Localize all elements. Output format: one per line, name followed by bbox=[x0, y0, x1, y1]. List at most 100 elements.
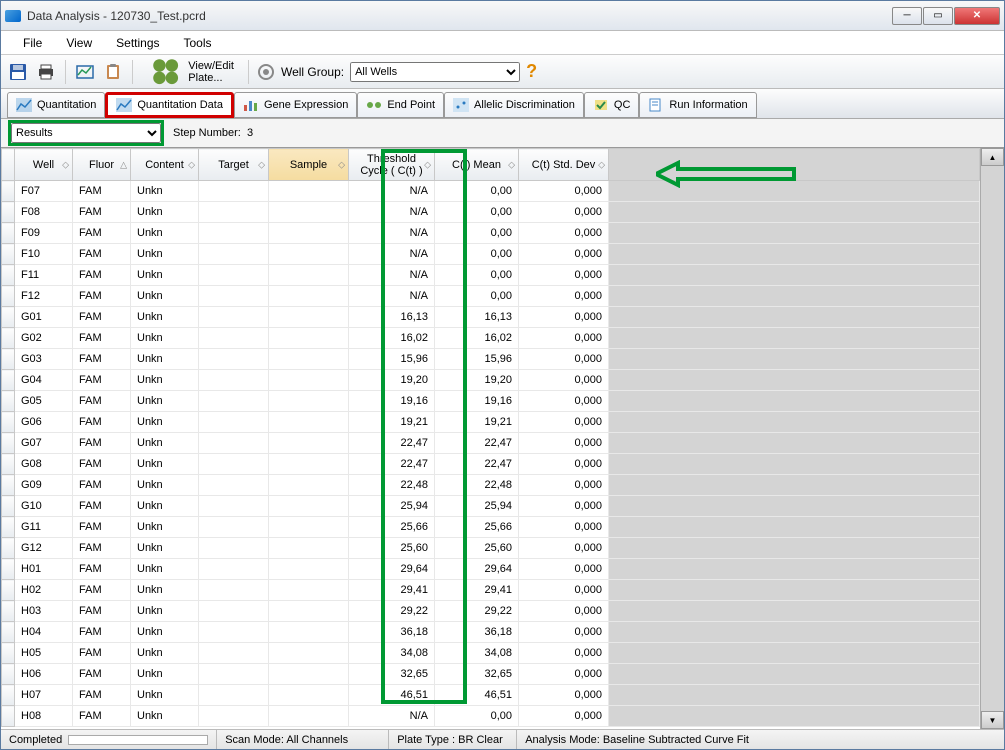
table-row[interactable]: G04FAMUnkn19,2019,200,000 bbox=[2, 370, 980, 391]
table-row[interactable]: F08FAMUnknN/A0,000,000 bbox=[2, 202, 980, 223]
cell-mean: 34,08 bbox=[435, 643, 519, 664]
row-handle[interactable] bbox=[2, 517, 15, 538]
cell-mean: 29,22 bbox=[435, 601, 519, 622]
tab-row: Quantitation Quantitation Data Gene Expr… bbox=[1, 89, 1004, 119]
menu-tools[interactable]: Tools bbox=[172, 34, 224, 52]
row-handle[interactable] bbox=[2, 307, 15, 328]
tab-quantitation-data[interactable]: Quantitation Data bbox=[105, 92, 234, 118]
save-icon[interactable] bbox=[7, 61, 29, 83]
col-ct-stddev[interactable]: C(t) Std. Dev◇ bbox=[519, 149, 609, 181]
row-handle[interactable] bbox=[2, 328, 15, 349]
table-row[interactable]: G07FAMUnkn22,4722,470,000 bbox=[2, 433, 980, 454]
row-handle[interactable] bbox=[2, 286, 15, 307]
row-handle[interactable] bbox=[2, 181, 15, 202]
menu-view[interactable]: View bbox=[54, 34, 104, 52]
row-handle[interactable] bbox=[2, 580, 15, 601]
row-handle[interactable] bbox=[2, 559, 15, 580]
data-grid[interactable]: Well◇ Fluor△ Content◇ Target◇ Sample◇ Th… bbox=[1, 148, 980, 729]
table-row[interactable]: H07FAMUnkn46,5146,510,000 bbox=[2, 685, 980, 706]
col-target[interactable]: Target◇ bbox=[199, 149, 269, 181]
row-handle[interactable] bbox=[2, 496, 15, 517]
scroll-down-button[interactable]: ▼ bbox=[981, 711, 1004, 729]
table-row[interactable]: F10FAMUnknN/A0,000,000 bbox=[2, 244, 980, 265]
tab-qc[interactable]: QC bbox=[584, 92, 640, 118]
col-well[interactable]: Well◇ bbox=[15, 149, 73, 181]
cell-fluor: FAM bbox=[73, 664, 131, 685]
close-button[interactable]: ✕ bbox=[954, 7, 1000, 25]
cell-content: Unkn bbox=[131, 685, 199, 706]
row-handle[interactable] bbox=[2, 244, 15, 265]
table-row[interactable]: G02FAMUnkn16,0216,020,000 bbox=[2, 328, 980, 349]
table-row[interactable]: G11FAMUnkn25,6625,660,000 bbox=[2, 517, 980, 538]
row-handle[interactable] bbox=[2, 706, 15, 727]
cell-mean: 0,00 bbox=[435, 706, 519, 727]
table-row[interactable]: F07FAMUnknN/A0,000,000 bbox=[2, 181, 980, 202]
tab-end-point[interactable]: End Point bbox=[357, 92, 444, 118]
row-handle[interactable] bbox=[2, 223, 15, 244]
table-row[interactable]: F12FAMUnknN/A0,000,000 bbox=[2, 286, 980, 307]
table-row[interactable]: H03FAMUnkn29,2229,220,000 bbox=[2, 601, 980, 622]
table-row[interactable]: F11FAMUnknN/A0,000,000 bbox=[2, 265, 980, 286]
row-handle[interactable] bbox=[2, 538, 15, 559]
well-group-select[interactable]: All Wells bbox=[350, 62, 520, 82]
table-row[interactable]: G06FAMUnkn19,2119,210,000 bbox=[2, 412, 980, 433]
menu-file[interactable]: File bbox=[11, 34, 54, 52]
menu-settings[interactable]: Settings bbox=[104, 34, 171, 52]
maximize-button[interactable]: ▭ bbox=[923, 7, 953, 25]
col-sample[interactable]: Sample◇ bbox=[269, 149, 349, 181]
table-row[interactable]: G08FAMUnkn22,4722,470,000 bbox=[2, 454, 980, 475]
table-row[interactable]: G01FAMUnkn16,1316,130,000 bbox=[2, 307, 980, 328]
tab-allelic-discrimination[interactable]: Allelic Discrimination bbox=[444, 92, 584, 118]
table-row[interactable]: H04FAMUnkn36,1836,180,000 bbox=[2, 622, 980, 643]
row-handle[interactable] bbox=[2, 391, 15, 412]
row-handle[interactable] bbox=[2, 349, 15, 370]
table-row[interactable]: G03FAMUnkn15,9615,960,000 bbox=[2, 349, 980, 370]
row-handle[interactable] bbox=[2, 601, 15, 622]
print-icon[interactable] bbox=[35, 61, 57, 83]
cell-sample bbox=[269, 601, 349, 622]
cell-sample bbox=[269, 391, 349, 412]
row-handle[interactable] bbox=[2, 685, 15, 706]
col-content[interactable]: Content◇ bbox=[131, 149, 199, 181]
table-row[interactable]: F09FAMUnknN/A0,000,000 bbox=[2, 223, 980, 244]
row-handle[interactable] bbox=[2, 622, 15, 643]
row-handle[interactable] bbox=[2, 370, 15, 391]
results-dropdown[interactable]: Results bbox=[11, 123, 161, 143]
minimize-button[interactable]: ─ bbox=[892, 7, 922, 25]
plate-icon bbox=[147, 53, 184, 90]
col-threshold-cycle[interactable]: Threshold Cycle ( C(t) )◇ bbox=[349, 149, 435, 181]
table-row[interactable]: H02FAMUnkn29,4129,410,000 bbox=[2, 580, 980, 601]
table-row[interactable]: G09FAMUnkn22,4822,480,000 bbox=[2, 475, 980, 496]
titlebar: Data Analysis - 120730_Test.pcrd ─ ▭ ✕ bbox=[1, 1, 1004, 31]
table-row[interactable]: H01FAMUnkn29,6429,640,000 bbox=[2, 559, 980, 580]
cell-blank bbox=[609, 601, 980, 622]
view-edit-plate-button[interactable]: View/Edit Plate... bbox=[141, 59, 240, 85]
chart-icon[interactable] bbox=[74, 61, 96, 83]
row-handle[interactable] bbox=[2, 412, 15, 433]
scroll-up-button[interactable]: ▲ bbox=[981, 148, 1004, 166]
row-handle[interactable] bbox=[2, 643, 15, 664]
row-handle[interactable] bbox=[2, 475, 15, 496]
cell-content: Unkn bbox=[131, 454, 199, 475]
toolbar: View/Edit Plate... Well Group: All Wells… bbox=[1, 55, 1004, 89]
table-row[interactable]: H08FAMUnknN/A0,000,000 bbox=[2, 706, 980, 727]
tab-quantitation[interactable]: Quantitation bbox=[7, 92, 105, 118]
tab-run-information[interactable]: Run Information bbox=[639, 92, 756, 118]
table-row[interactable]: G12FAMUnkn25,6025,600,000 bbox=[2, 538, 980, 559]
row-handle[interactable] bbox=[2, 202, 15, 223]
table-row[interactable]: H05FAMUnkn34,0834,080,000 bbox=[2, 643, 980, 664]
col-fluor[interactable]: Fluor△ bbox=[73, 149, 131, 181]
row-handle[interactable] bbox=[2, 433, 15, 454]
row-handle[interactable] bbox=[2, 454, 15, 475]
table-row[interactable]: H06FAMUnkn32,6532,650,000 bbox=[2, 664, 980, 685]
table-row[interactable]: G05FAMUnkn19,1619,160,000 bbox=[2, 391, 980, 412]
help-icon[interactable]: ? bbox=[526, 61, 537, 82]
row-handle[interactable] bbox=[2, 265, 15, 286]
tab-gene-expression[interactable]: Gene Expression bbox=[234, 92, 357, 118]
cell-threshold: 46,51 bbox=[349, 685, 435, 706]
col-ct-mean[interactable]: C(t) Mean◇ bbox=[435, 149, 519, 181]
vertical-scrollbar[interactable]: ▲ ▼ bbox=[980, 148, 1004, 729]
clipboard-icon[interactable] bbox=[102, 61, 124, 83]
table-row[interactable]: G10FAMUnkn25,9425,940,000 bbox=[2, 496, 980, 517]
row-handle[interactable] bbox=[2, 664, 15, 685]
